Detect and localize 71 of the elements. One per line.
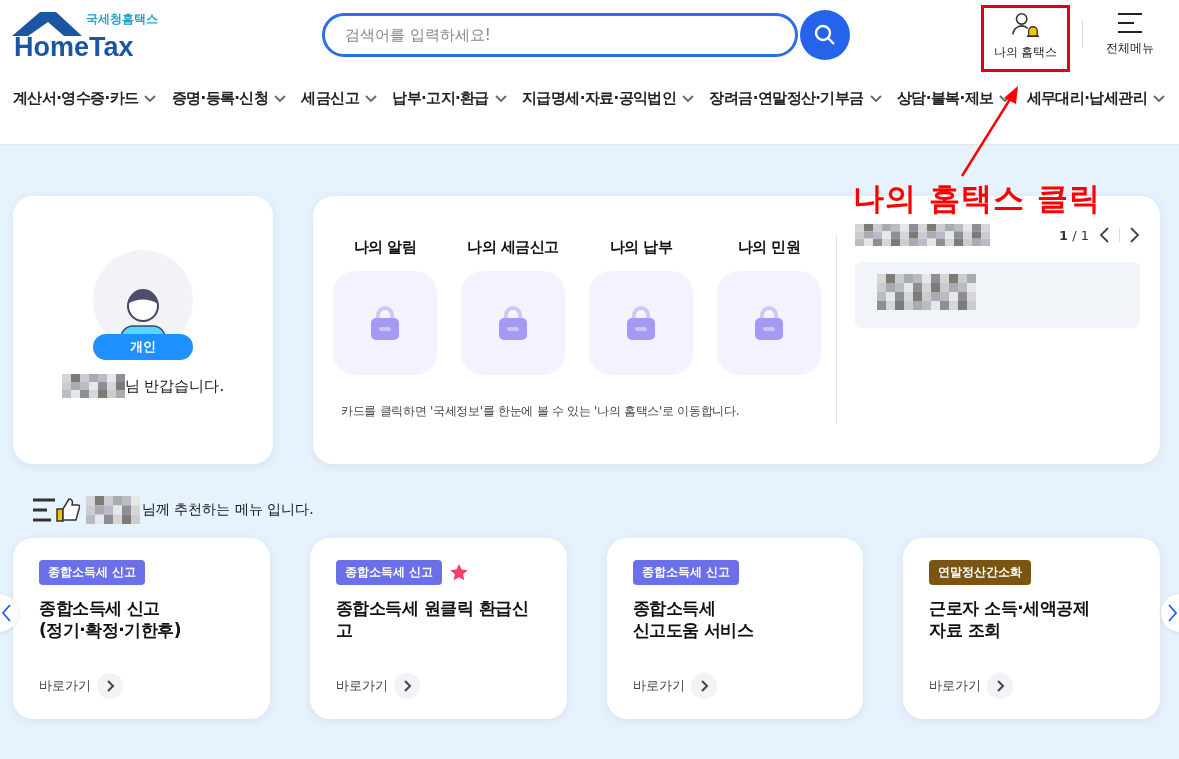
chevron-down-icon [365,94,378,103]
chevron-right-icon [987,673,1014,699]
person-bell-icon [1009,12,1042,38]
logo-subtitle: 국세청홈택스 [86,12,158,26]
nav-menu-item[interactable]: 증명·등록·신청 [171,89,287,108]
lock-icon [627,306,655,340]
house-roof-icon [12,12,84,38]
notice-item[interactable] [855,262,1140,328]
shortcut-link[interactable]: 바로가기 [632,673,838,699]
chevron-right-icon [1130,227,1140,243]
chevron-right-icon [393,673,420,699]
shortcut-link[interactable]: 바로가기 [39,673,244,699]
recommend-heading: 님께 추천하는 메뉴 입니다. [142,501,314,519]
chevron-down-icon [682,94,695,103]
nav-menu-item[interactable]: 세무대리·납세관리 [1026,89,1165,108]
lock-icon [371,306,399,340]
chevron-right-icon [97,673,123,699]
chevron-down-icon [1153,94,1165,103]
category-tag: 종합소득세 신고 [39,560,146,585]
tile-title: 나의 알림 [353,238,417,257]
page-counter: 1 / 1 [1059,227,1089,243]
list-thumbs-up-icon [32,497,80,523]
shortcut-link[interactable]: 바로가기 [335,673,541,699]
locked-tile[interactable] [333,271,437,375]
chevron-down-icon [869,94,882,103]
search-button[interactable] [800,10,850,60]
chevron-left-icon [1099,227,1109,243]
chevron-down-icon [494,94,507,103]
next-button[interactable] [1130,227,1140,243]
search-field[interactable]: 검색어를 입력하세요! [322,13,798,57]
annotation-text: 나의 홈택스 클릭 [853,179,1101,218]
card-title: 종합소득세 원클릭 환급신 고 [335,597,530,642]
card-title: 종합소득세 신고 (정기·확정·기한후) [39,597,182,642]
menu-card[interactable]: 종합소득세 신고 종합소득세 신고도움 서비스 바로가기 [606,538,864,719]
category-tag: 연말정산간소화 [929,560,1032,585]
greeting-text: 님 반갑습니다. [124,376,225,396]
nav-menu-item[interactable]: 납부·고지·환급 [392,89,507,108]
locked-tile[interactable] [589,271,693,375]
tile-title: 나의 납부 [609,238,673,257]
nav-menu-item[interactable]: 지급명세·자료·공익법인 [522,89,695,108]
chevron-right-icon [1167,604,1178,622]
chevron-right-icon [690,673,717,699]
blurred-name [86,496,142,524]
menu-icon [1117,12,1143,34]
tile-title: 나의 민원 [737,238,801,257]
user-type-badge: 개인 [93,334,193,360]
shortcut-link[interactable]: 바로가기 [929,673,1134,699]
category-tag: 종합소득세 신고 [632,560,739,585]
card-title: 종합소득세 신고도움 서비스 [632,597,755,642]
card-title: 근로자 소득·세액공제 자료 조회 [929,597,1091,642]
chevron-left-icon [1,604,12,622]
nav-menu-item[interactable]: 장려금·연말정산·기부금 [709,89,882,108]
previous-button[interactable] [1099,227,1109,243]
tile-title: 나의 세금신고 [467,238,559,257]
search-icon [814,24,836,46]
lock-icon [499,306,527,340]
menu-card[interactable]: 종합소득세 신고 종합소득세 원클릭 환급신 고 바로가기 [309,538,567,719]
category-tag: 종합소득세 신고 [335,560,442,585]
nav-menu-item[interactable]: 계산서·영수증·카드 [13,89,157,108]
locked-tile[interactable] [461,271,565,375]
lock-icon [755,306,783,340]
menu-card[interactable]: 종합소득세 신고 종합소득세 신고 (정기·확정·기한후) 바로가기 [13,538,270,719]
info-note: 카드를 클릭하면 '국세정보'를 한눈에 볼 수 있는 '나의 홈택스'로 이동합니다. [341,403,741,420]
logo-title: HomeTax [14,32,134,62]
locked-tile[interactable] [717,271,821,375]
chevron-down-icon [144,94,157,103]
my-hometax-button[interactable]: 나의 홈택스 [981,5,1070,72]
menu-card[interactable]: 연말정산간소화 근로자 소득·세액공제 자료 조회 바로가기 [903,538,1160,719]
blurred-name [61,374,125,398]
nav-menu-item[interactable]: 세금신고 [301,89,378,108]
chevron-down-icon [274,94,287,103]
